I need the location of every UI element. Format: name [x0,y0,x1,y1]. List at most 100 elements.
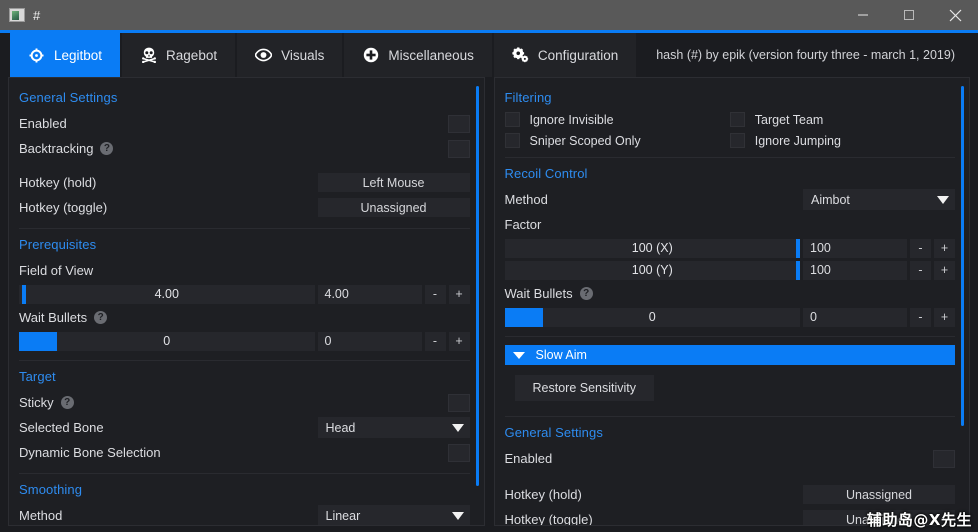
left-enabled-row: Enabled [19,112,470,135]
help-icon[interactable]: ? [100,142,114,155]
right-hotkey-toggle-button[interactable]: Unassigned [803,510,955,525]
maximize-button[interactable] [886,0,932,30]
divider [19,473,470,474]
checkbox-icon[interactable] [729,112,745,127]
left-enabled-toggle[interactable] [447,114,470,133]
checkbox-sniper-scoped-only[interactable]: Sniper Scoped Only [504,133,730,148]
slow-aim-section-header[interactable]: Slow Aim [504,345,955,365]
right-hotkey-hold-row: Hotkey (hold) Unassigned [504,483,955,506]
right-wait-bullets-slider-row: 0 0 - + [504,307,955,327]
checkbox-target-team-label: Target Team [754,112,824,127]
left-backtracking-label: Backtracking ? [19,141,448,156]
recoil-factor-x-increment[interactable]: + [934,238,955,258]
recoil-factor-y-slider[interactable]: 100 (Y) [504,260,800,280]
tab-ragebot[interactable]: Ragebot [122,33,236,77]
recoil-factor-y-decrement[interactable]: - [910,260,931,280]
sticky-label: Sticky ? [19,395,448,410]
right-wait-bullets-input[interactable]: 0 [803,307,907,327]
recoil-factor-x-input[interactable]: 100 [803,238,907,258]
recoil-factor-y-increment[interactable]: + [934,260,955,280]
restore-sensitivity-button[interactable]: Restore Sensitivity [514,375,655,401]
recoil-method-label: Method [504,192,548,207]
help-icon[interactable]: ? [60,396,74,409]
left-hotkey-hold-button[interactable]: Left Mouse [317,173,470,192]
slider-fill [504,307,543,327]
skull-crossbones-icon [140,47,157,64]
checkbox-ignore-invisible[interactable]: Ignore Invisible [504,112,730,127]
sticky-toggle[interactable] [447,393,470,412]
target-title: Target [19,369,56,384]
field-of-view-slider-value: 4.00 [154,287,179,301]
field-of-view-decrement[interactable]: - [424,284,446,304]
recoil-factor-x-slider[interactable]: 100 (X) [504,238,800,258]
left-enabled-label: Enabled [19,116,67,131]
checkbox-icon[interactable] [729,133,745,148]
smoothing-method-value: Linear [325,508,361,523]
checkbox-target-team[interactable]: Target Team [729,112,955,127]
tab-configuration[interactable]: Configuration [493,33,637,77]
recoil-factor-x-decrement[interactable]: - [910,238,931,258]
eye-icon [255,47,273,64]
app-window-icon [9,8,25,22]
left-backtracking-toggle[interactable] [447,139,470,158]
checkbox-icon[interactable] [504,112,520,127]
selected-bone-dropdown[interactable]: Head [317,417,470,438]
recoil-factor-y-slider-row: 100 (Y) 100 - + [504,260,955,280]
field-of-view-increment[interactable]: + [448,284,470,304]
close-button[interactable] [932,0,978,30]
left-wait-bullets-input[interactable]: 0 [317,331,422,351]
checkbox-icon[interactable] [504,133,520,148]
left-panel-scrollbar[interactable] [475,86,479,486]
dynamic-bone-selection-toggle[interactable] [447,443,470,462]
tab-miscellaneous-label: Miscellaneous [388,47,474,63]
right-wait-bullets-label: Wait Bullets ? [505,286,956,301]
gears-icon [512,47,529,64]
slider-handle [21,284,26,304]
left-wait-bullets-increment[interactable]: + [448,331,470,351]
tab-configuration-label: Configuration [537,47,619,63]
field-of-view-input[interactable]: 4.00 [317,284,422,304]
checkbox-ignore-jumping[interactable]: Ignore Jumping [729,133,955,148]
chevron-down-icon [937,195,949,204]
recoil-factor-x-slider-value: 100 (X) [631,241,673,255]
minimize-button[interactable] [840,0,886,30]
field-of-view-row: Field of View [19,259,470,282]
recoil-factor-label: Factor [504,217,542,232]
divider [19,228,470,229]
right-panel-scrollbar[interactable] [961,86,964,426]
help-icon[interactable]: ? [579,287,593,300]
checkbox-ignore-invisible-label: Ignore Invisible [529,112,614,127]
left-wait-bullets-row: Wait Bullets ? [19,306,470,329]
tab-visuals[interactable]: Visuals [237,33,343,77]
right-wait-bullets-slider-value: 0 [648,310,656,324]
right-hotkey-hold-label: Hotkey (hold) [504,487,582,502]
tab-legitbot[interactable]: Legitbot [10,33,121,77]
tab-miscellaneous[interactable]: Miscellaneous [344,33,492,77]
right-wait-bullets-slider[interactable]: 0 [504,307,800,327]
left-panel: General Settings Enabled Backtracking ? … [8,77,485,526]
field-of-view-slider[interactable]: 4.00 [19,284,315,304]
recoil-method-dropdown[interactable]: Aimbot [803,189,955,210]
selected-bone-label: Selected Bone [19,420,104,435]
left-hotkey-toggle-button[interactable]: Unassigned [317,198,470,217]
smoothing-method-row: Method Linear [19,504,470,525]
left-wait-bullets-slider[interactable]: 0 [19,331,315,351]
right-enabled-toggle[interactable] [933,449,955,468]
slow-aim-title: Slow Aim [535,348,587,362]
smoothing-method-dropdown[interactable]: Linear [317,505,470,525]
divider [504,416,955,417]
left-hotkey-hold-row: Hotkey (hold) Left Mouse [19,171,470,194]
recoil-factor-row: Factor [505,213,956,236]
right-wait-bullets-increment[interactable]: + [934,307,955,327]
left-general-settings-title: General Settings [19,90,118,105]
crosshair-icon [28,47,45,64]
left-wait-bullets-slider-row: 0 0 - + [19,331,470,351]
divider [504,336,955,337]
left-wait-bullets-decrement[interactable]: - [424,331,446,351]
right-wait-bullets-decrement[interactable]: - [910,307,931,327]
recoil-factor-y-input[interactable]: 100 [803,260,907,280]
help-icon[interactable]: ? [94,311,108,324]
right-hotkey-hold-button[interactable]: Unassigned [803,485,955,504]
checkbox-sniper-scoped-only-label: Sniper Scoped Only [529,133,641,148]
divider [19,360,470,361]
